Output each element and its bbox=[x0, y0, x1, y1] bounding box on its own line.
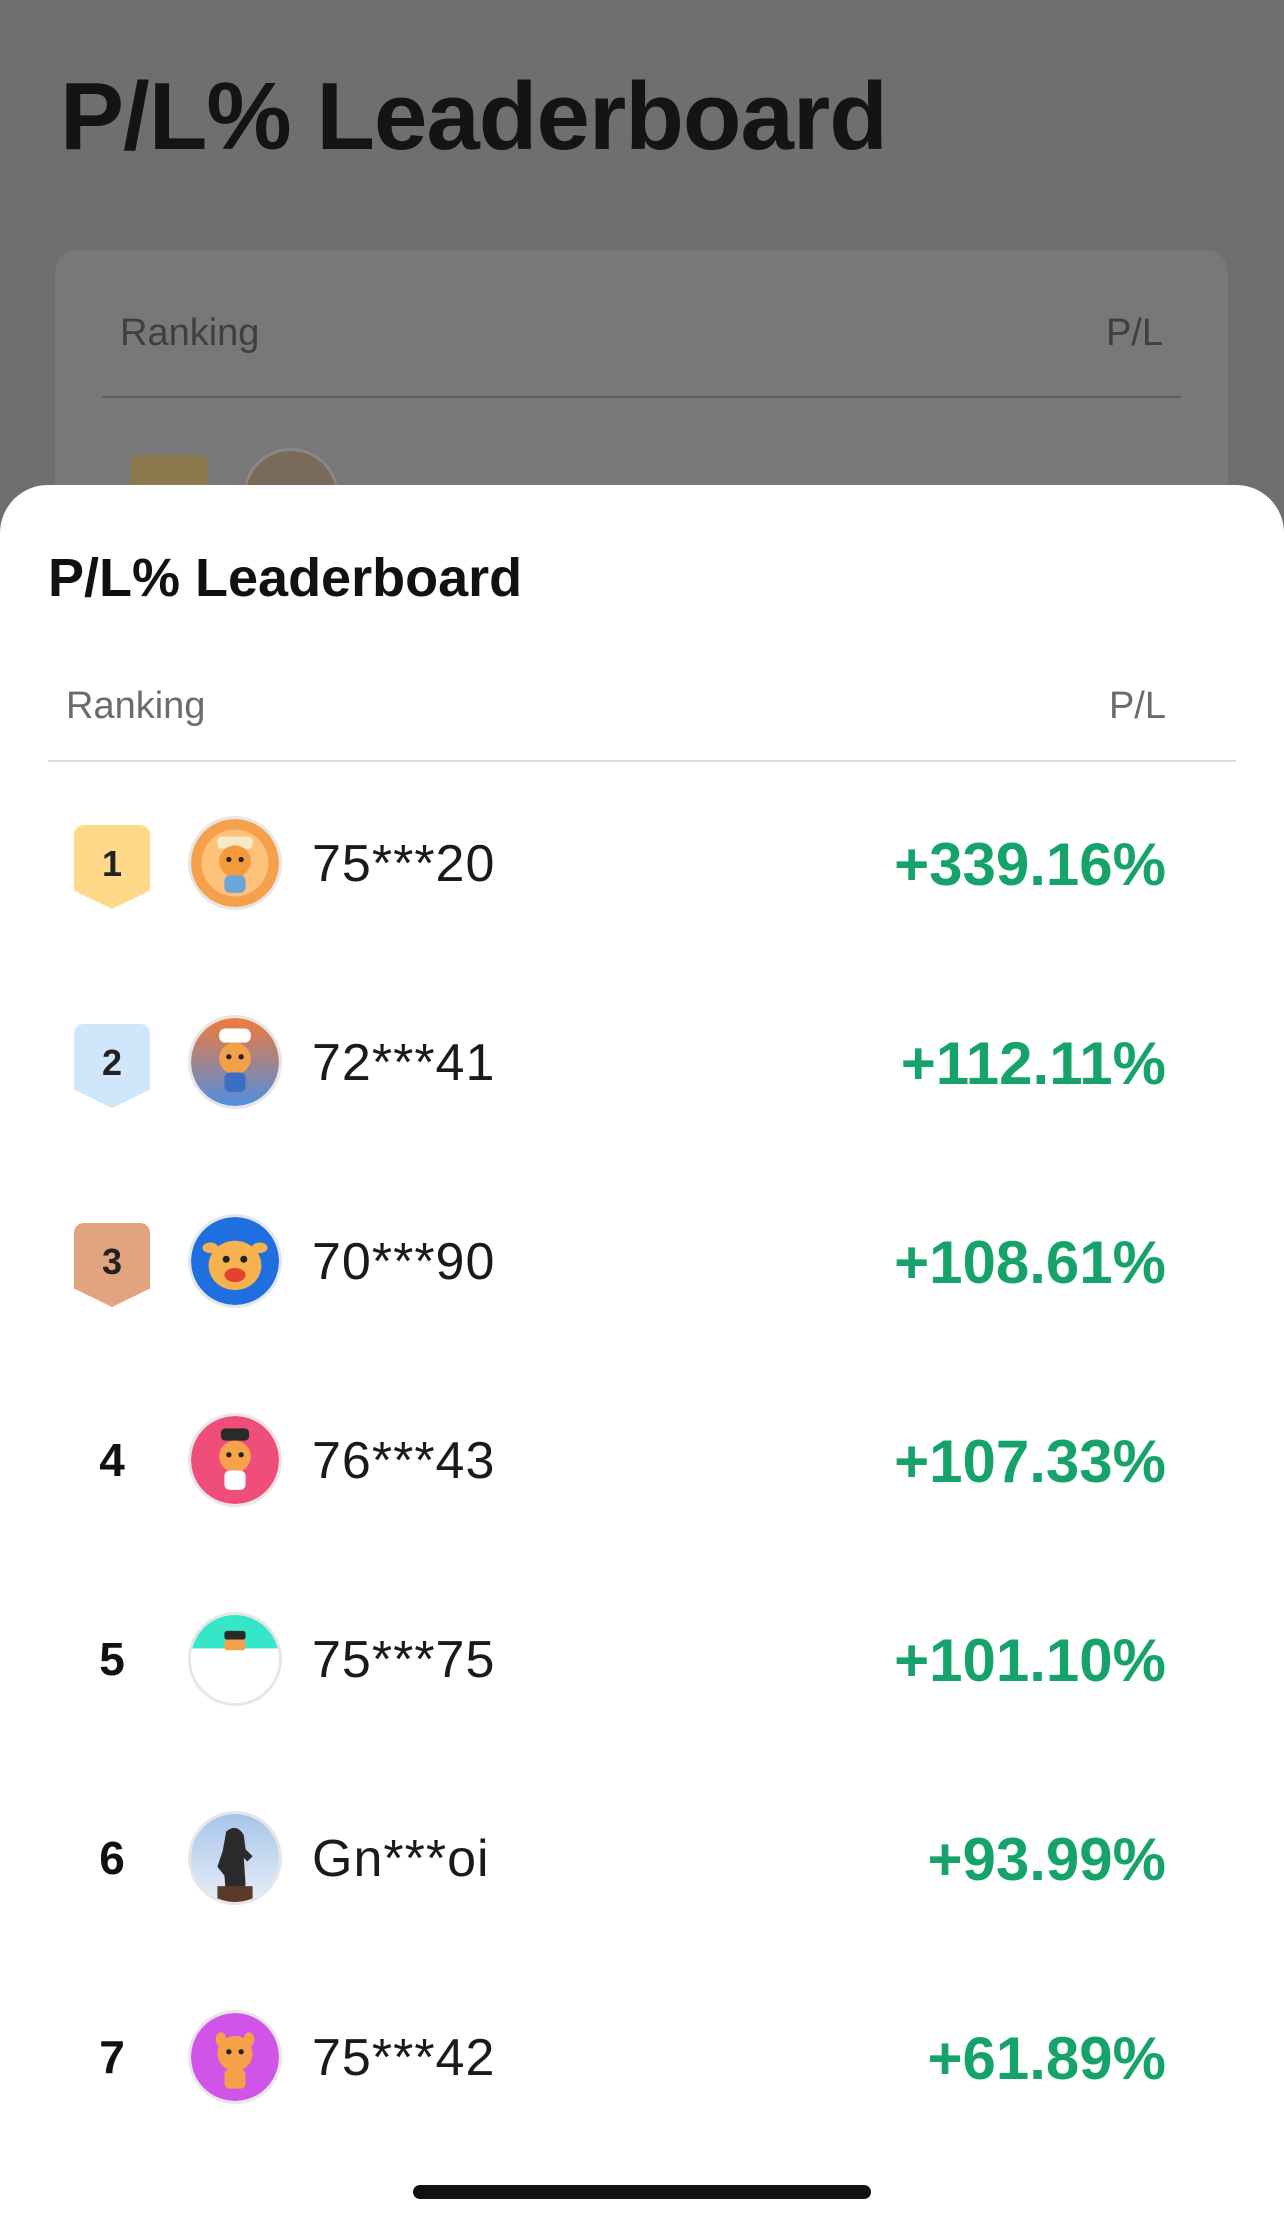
background-page-title: P/L% Leaderboard bbox=[60, 63, 888, 170]
rank-number: 6 bbox=[99, 1832, 125, 1884]
background-ranking-header: Ranking bbox=[120, 312, 260, 354]
user-name: 72***41 bbox=[312, 1034, 496, 1092]
bear-chef-icon[interactable] bbox=[188, 1015, 282, 1109]
bear-orange-icon[interactable] bbox=[188, 816, 282, 910]
gold-rank-badge: 1 bbox=[74, 825, 150, 909]
leaderboard-row[interactable]: 4 76***43 +107.33% bbox=[0, 1395, 1284, 1525]
leaderboard-row[interactable]: 5 75***75 +101.10% bbox=[0, 1594, 1284, 1724]
pl-value: +101.10% bbox=[894, 1627, 1166, 1694]
user-name: 76***43 bbox=[312, 1432, 496, 1490]
pl-value: +108.61% bbox=[894, 1229, 1166, 1296]
sheet-title: P/L% Leaderboard bbox=[48, 548, 523, 608]
bull-blue-icon[interactable] bbox=[188, 1214, 282, 1308]
pl-value: +107.33% bbox=[894, 1428, 1166, 1495]
header-divider bbox=[48, 760, 1236, 762]
bronze-rank-badge: 3 bbox=[74, 1223, 150, 1307]
user-name: Gn***oi bbox=[312, 1830, 490, 1888]
rank-number: 5 bbox=[99, 1633, 125, 1685]
pl-column-header: P/L bbox=[1108, 685, 1166, 727]
pl-value: +112.11% bbox=[900, 1030, 1166, 1097]
rank-number: 7 bbox=[99, 2031, 125, 2083]
statue-photo-icon[interactable] bbox=[188, 1811, 282, 1905]
ranking-column-header: Ranking bbox=[66, 685, 206, 727]
leaderboard-row[interactable]: 1 75***20 +339.16% bbox=[0, 798, 1284, 928]
leaderboard-sheet: P/L% Leaderboard Ranking P/L 1 75***20 +… bbox=[0, 485, 1284, 2227]
bear-cyan-icon[interactable] bbox=[188, 1612, 282, 1706]
leaderboard-row[interactable]: 2 72***41 +112.11% bbox=[0, 997, 1284, 1127]
user-name: 75***75 bbox=[312, 1631, 496, 1689]
home-indicator[interactable] bbox=[413, 2185, 871, 2199]
background-pl-header: P/L bbox=[1105, 312, 1163, 354]
user-name: 75***42 bbox=[312, 2029, 496, 2087]
leaderboard-row[interactable]: 3 70***90 +108.61% bbox=[0, 1196, 1284, 1326]
user-name: 70***90 bbox=[312, 1233, 496, 1291]
leaderboard-row[interactable]: 7 75***42 +61.89% bbox=[0, 1992, 1284, 2122]
pl-value: +339.16% bbox=[894, 831, 1166, 898]
pl-value: +93.99% bbox=[927, 1826, 1166, 1893]
bear-purple-icon[interactable] bbox=[188, 2010, 282, 2104]
user-name: 75***20 bbox=[312, 835, 496, 893]
silver-rank-badge: 2 bbox=[74, 1024, 150, 1108]
bear-pink-icon[interactable] bbox=[188, 1413, 282, 1507]
leaderboard-row[interactable]: 6 Gn***oi +93.99% bbox=[0, 1793, 1284, 1923]
pl-value: +61.89% bbox=[927, 2025, 1166, 2092]
column-headers: Ranking P/L bbox=[66, 685, 1166, 728]
background-divider bbox=[102, 396, 1181, 398]
rank-number: 4 bbox=[99, 1434, 125, 1486]
